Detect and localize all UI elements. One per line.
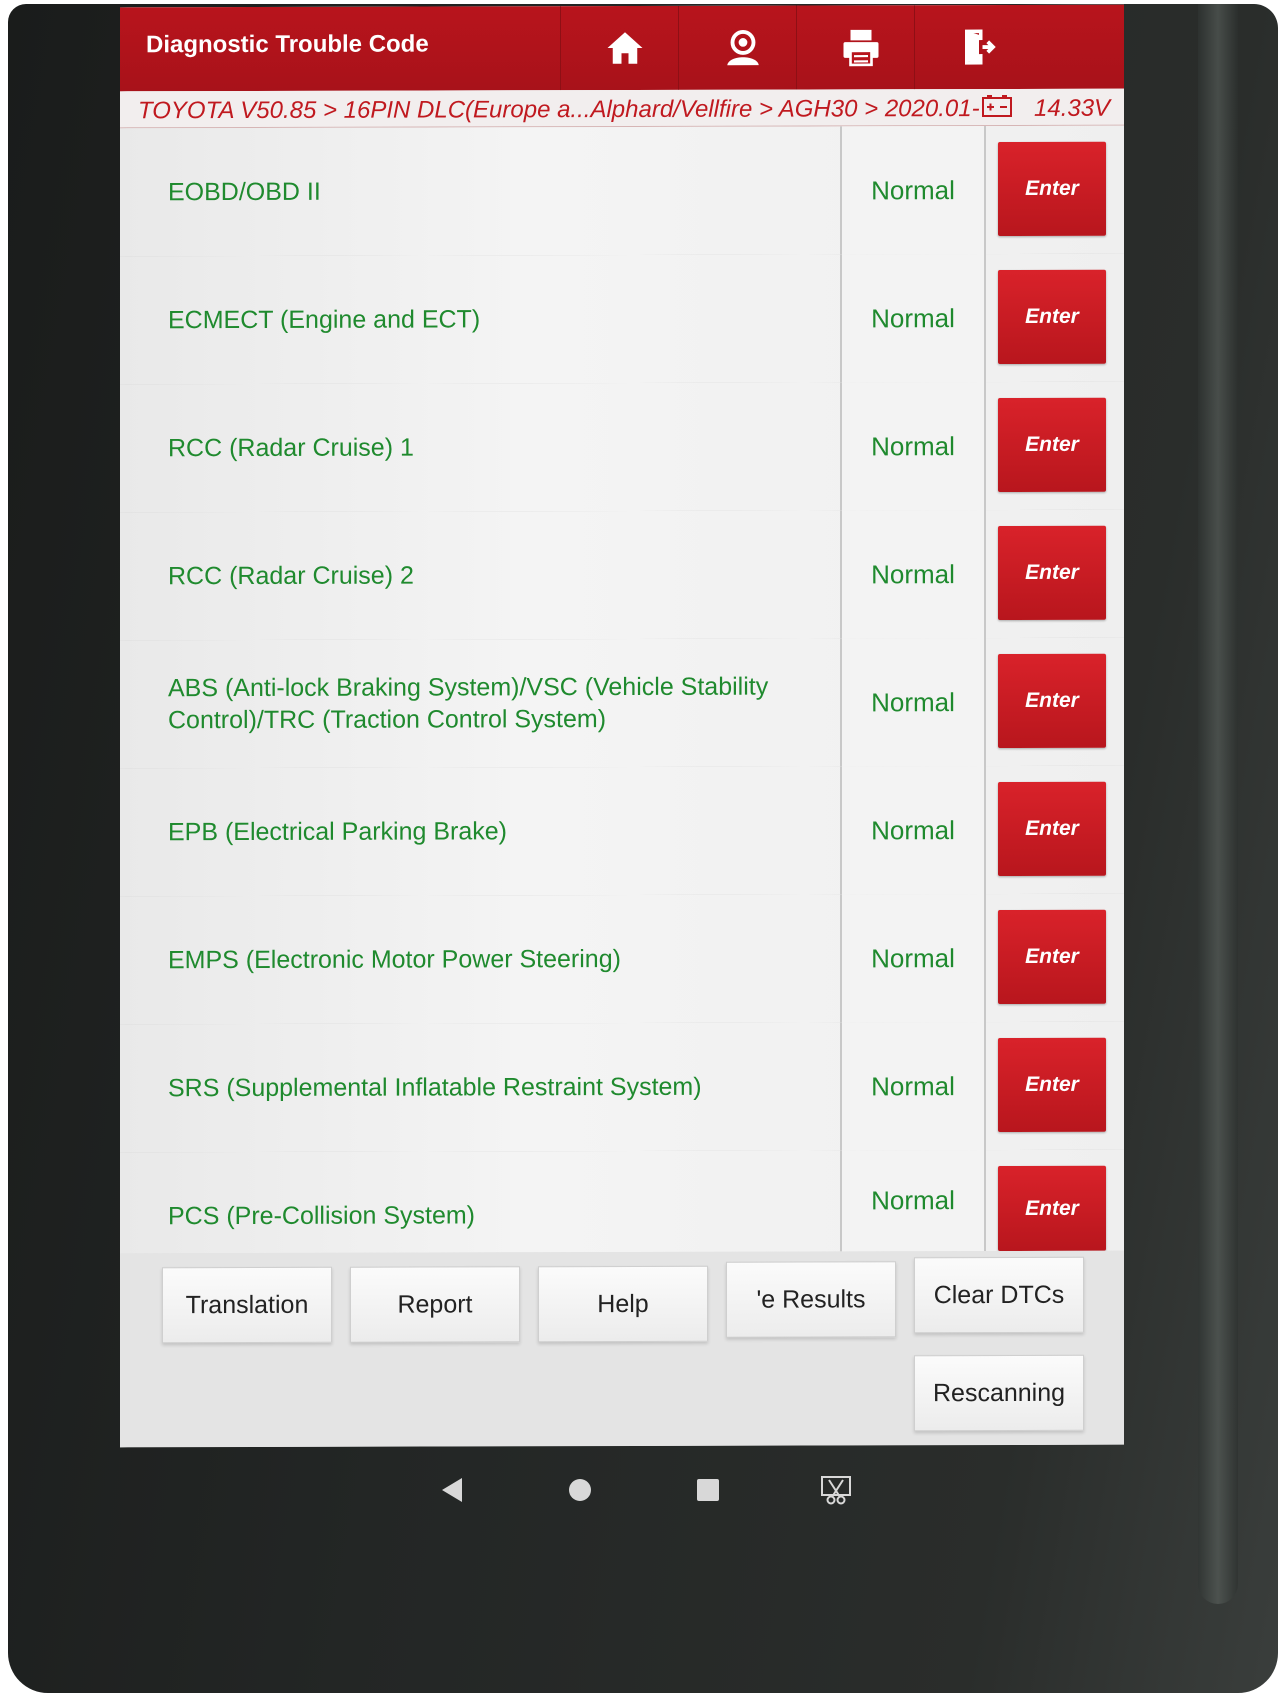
system-name: RCC (Radar Cruise) 1	[168, 433, 414, 463]
system-list: EOBD/OBD II Normal Enter ECMECT (Engine …	[120, 125, 1124, 1254]
exit-icon	[965, 29, 996, 65]
system-status: Normal	[840, 382, 986, 511]
system-name: SRS (Supplemental Inflatable Restraint S…	[168, 1072, 702, 1103]
enter-button[interactable]: Enter	[998, 781, 1106, 877]
system-row: SRS (Supplemental Inflatable Restraint S…	[120, 1021, 1124, 1156]
recents-square-icon	[697, 1479, 719, 1501]
report-button[interactable]: Report	[350, 1266, 520, 1343]
system-row: ABS (Anti-lock Braking System)/VSC (Vehi…	[120, 637, 1124, 772]
system-name: EOBD/OBD II	[168, 177, 321, 207]
screen: Diagnostic Trouble Code TOYOTA V50.85 > …	[120, 4, 1124, 1448]
home-icon	[607, 32, 643, 64]
system-name: ECMECT (Engine and ECT)	[168, 305, 481, 335]
enter-button[interactable]: Enter	[998, 653, 1106, 749]
recents-button[interactable]	[688, 1470, 728, 1510]
battery-voltage: 14.33V	[1034, 94, 1111, 122]
footer-toolbar: Translation Report Help 'e Results Clear…	[120, 1250, 1124, 1448]
system-row: RCC (Radar Cruise) 1 Normal Enter	[120, 381, 1124, 516]
printer-icon	[843, 29, 879, 67]
home-circle-icon	[569, 1479, 591, 1501]
breadcrumb: TOYOTA V50.85 > 16PIN DLC(Europe a...Alp…	[120, 88, 1124, 129]
enter-button[interactable]: Enter	[998, 397, 1106, 493]
home-button[interactable]	[560, 5, 689, 91]
enter-button[interactable]: Enter	[998, 1037, 1106, 1133]
system-row: PCS (Pre-Collision System) Normal Enter	[120, 1149, 1124, 1254]
screenshot-button[interactable]	[816, 1470, 856, 1510]
system-name: EMPS (Electronic Motor Power Steering)	[168, 945, 621, 975]
battery-icon	[982, 94, 1012, 118]
rescanning-button[interactable]: Rescanning	[914, 1354, 1084, 1432]
system-status: Normal	[840, 766, 986, 895]
back-button[interactable]	[432, 1470, 472, 1510]
system-row: EOBD/OBD II Normal Enter	[120, 125, 1124, 260]
system-status: Normal	[840, 894, 986, 1023]
enter-button[interactable]: Enter	[998, 141, 1106, 237]
system-row: RCC (Radar Cruise) 2 Normal Enter	[120, 509, 1124, 644]
back-triangle-icon	[442, 1478, 462, 1502]
system-status: Normal	[840, 126, 986, 255]
clear-dtcs-button[interactable]: Clear DTCs	[914, 1256, 1084, 1334]
system-status: Normal	[840, 510, 986, 639]
vehicle-path: TOYOTA V50.85 > 16PIN DLC(Europe a...Alp…	[138, 95, 980, 125]
system-status: Normal	[840, 254, 986, 383]
user-button[interactable]	[678, 5, 807, 90]
user-icon	[727, 30, 759, 66]
system-name: ABS (Anti-lock Braking System)/VSC (Vehi…	[168, 672, 769, 735]
header-bar: Diagnostic Trouble Code	[120, 4, 1124, 92]
android-nav-bar	[120, 1450, 1124, 1530]
system-row: EMPS (Electronic Motor Power Steering) N…	[120, 893, 1124, 1028]
system-row: EPB (Electrical Parking Brake) Normal En…	[120, 765, 1124, 900]
save-results-button[interactable]: 'e Results	[726, 1261, 896, 1338]
scissors-icon	[821, 1476, 851, 1505]
translation-button[interactable]: Translation	[162, 1266, 332, 1344]
system-status: Normal	[840, 638, 986, 767]
help-button[interactable]: Help	[538, 1265, 708, 1343]
system-status: Normal	[840, 1022, 986, 1151]
system-name: RCC (Radar Cruise) 2	[168, 561, 414, 591]
system-status: Normal	[840, 1150, 986, 1252]
enter-button[interactable]: Enter	[998, 525, 1106, 621]
page-title: Diagnostic Trouble Code	[146, 30, 429, 59]
system-row: ECMECT (Engine and ECT) Normal Enter	[120, 253, 1124, 388]
home-nav-button[interactable]	[560, 1470, 600, 1510]
enter-button[interactable]: Enter	[998, 269, 1106, 365]
enter-button[interactable]: Enter	[998, 1165, 1106, 1252]
enter-button[interactable]: Enter	[998, 909, 1106, 1005]
system-name: EPB (Electrical Parking Brake)	[168, 817, 508, 847]
exit-button[interactable]	[914, 4, 1043, 90]
print-button[interactable]	[796, 5, 925, 90]
